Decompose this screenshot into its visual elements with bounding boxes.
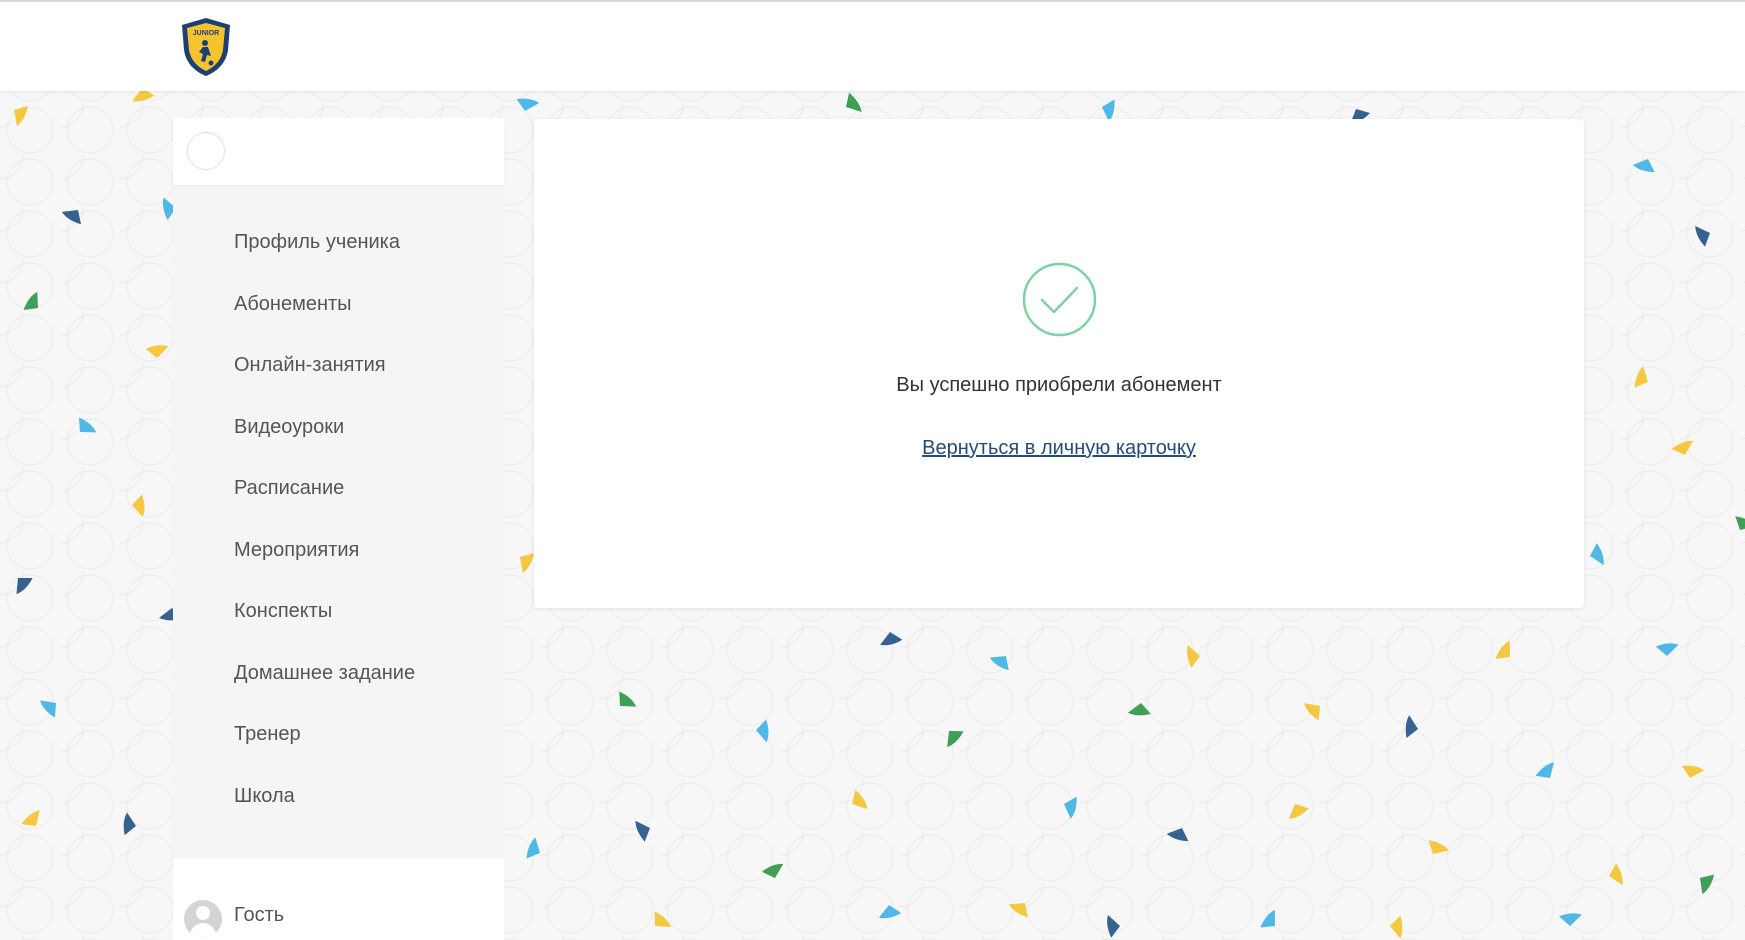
confetti-piece: [1695, 226, 1710, 247]
confetti-piece: [1288, 804, 1309, 820]
confetti-piece: [1187, 645, 1200, 668]
confetti-piece: [1632, 159, 1655, 172]
profile-circle[interactable]: [187, 132, 225, 170]
back-to-card-link[interactable]: Вернуться в личную карточку: [922, 437, 1196, 459]
sidebar-item-notes[interactable]: Конспекты: [173, 581, 504, 643]
confetti-piece: [635, 820, 650, 842]
confetti-piece: [878, 905, 902, 919]
sidebar-footer: Гость: [173, 858, 504, 940]
confetti-piece: [1064, 796, 1077, 819]
sidebar-item-homework[interactable]: Домашнее задание: [173, 643, 504, 705]
confetti-piece: [39, 700, 56, 718]
avatar[interactable]: [184, 900, 222, 938]
sidebar-item-events[interactable]: Мероприятия: [173, 520, 504, 582]
confetti-piece: [989, 656, 1009, 671]
confetti-piece: [947, 731, 964, 748]
confetti-piece: [1495, 640, 1510, 659]
confetti-piece: [1559, 913, 1582, 926]
confetti-piece: [78, 417, 97, 433]
confetti-piece: [23, 291, 38, 311]
confetti-piece: [1166, 828, 1189, 842]
confetti-piece: [1634, 366, 1648, 388]
confetti-piece: [1390, 915, 1403, 939]
svg-text:JUNIOR: JUNIOR: [193, 30, 219, 37]
sidebar-item-schedule[interactable]: Расписание: [173, 458, 504, 520]
confetti-piece: [1655, 643, 1679, 656]
confetti-piece: [1008, 903, 1028, 918]
confetti-piece: [756, 719, 769, 743]
sidebar-header: [173, 118, 504, 185]
success-card: Вы успешно приобрели абонемент Вернуться…: [534, 119, 1584, 608]
confetti-piece: [1590, 543, 1604, 565]
avatar-head: [196, 906, 210, 920]
confetti-piece: [619, 691, 637, 707]
confetti-piece: [61, 210, 82, 225]
confetti-piece: [526, 837, 540, 859]
sidebar-item-video-lessons[interactable]: Видеоуроки: [173, 397, 504, 459]
confetti-piece: [123, 812, 136, 836]
confetti-piece: [654, 911, 672, 927]
top-bar: JUNIOR: [0, 0, 1745, 91]
confetti-piece: [1405, 715, 1418, 738]
sidebar-item-subscriptions[interactable]: Абонементы: [173, 274, 504, 336]
sidebar-item-student-profile[interactable]: Профиль ученика: [173, 212, 504, 274]
confetti-piece: [1303, 703, 1320, 721]
checkmark-icon: [1022, 262, 1097, 337]
confetti-piece: [21, 810, 40, 826]
confetti-piece: [1700, 874, 1715, 895]
confetti-piece: [16, 578, 33, 595]
confetti-piece: [1671, 440, 1693, 455]
sidebar-item-coach[interactable]: Тренер: [173, 704, 504, 766]
confetti-piece: [852, 789, 868, 810]
user-name[interactable]: Гость: [234, 904, 284, 927]
sidebar: Профиль ученика Абонементы Онлайн-заняти…: [173, 118, 504, 940]
confetti-piece: [516, 98, 540, 111]
back-link-container: Вернуться в личную карточку: [534, 437, 1584, 460]
confetti-piece: [1127, 703, 1151, 716]
avatar-shoulders: [190, 923, 216, 938]
confetti-piece: [145, 345, 169, 358]
sidebar-menu: Профиль ученика Абонементы Онлайн-заняти…: [173, 185, 504, 858]
confetti-piece: [1535, 762, 1555, 778]
confetti-piece: [761, 863, 784, 878]
sidebar-item-school[interactable]: Школа: [173, 766, 504, 828]
confetti-piece: [846, 92, 862, 112]
confetti-piece: [1428, 840, 1449, 854]
confetti-piece: [14, 106, 28, 126]
confetti-piece: [520, 553, 535, 574]
confetti-piece: [1681, 765, 1705, 778]
success-message: Вы успешно приобрели абонемент: [896, 374, 1222, 396]
confetti-piece: [1609, 863, 1623, 886]
confetti-piece: [880, 632, 903, 646]
logo[interactable]: JUNIOR: [180, 16, 232, 78]
confetti-piece: [1260, 909, 1275, 928]
confetti-piece: [1735, 516, 1745, 530]
sidebar-item-online-lessons[interactable]: Онлайн-занятия: [173, 335, 504, 397]
confetti-piece: [1107, 915, 1120, 938]
confetti-piece: [132, 494, 145, 518]
